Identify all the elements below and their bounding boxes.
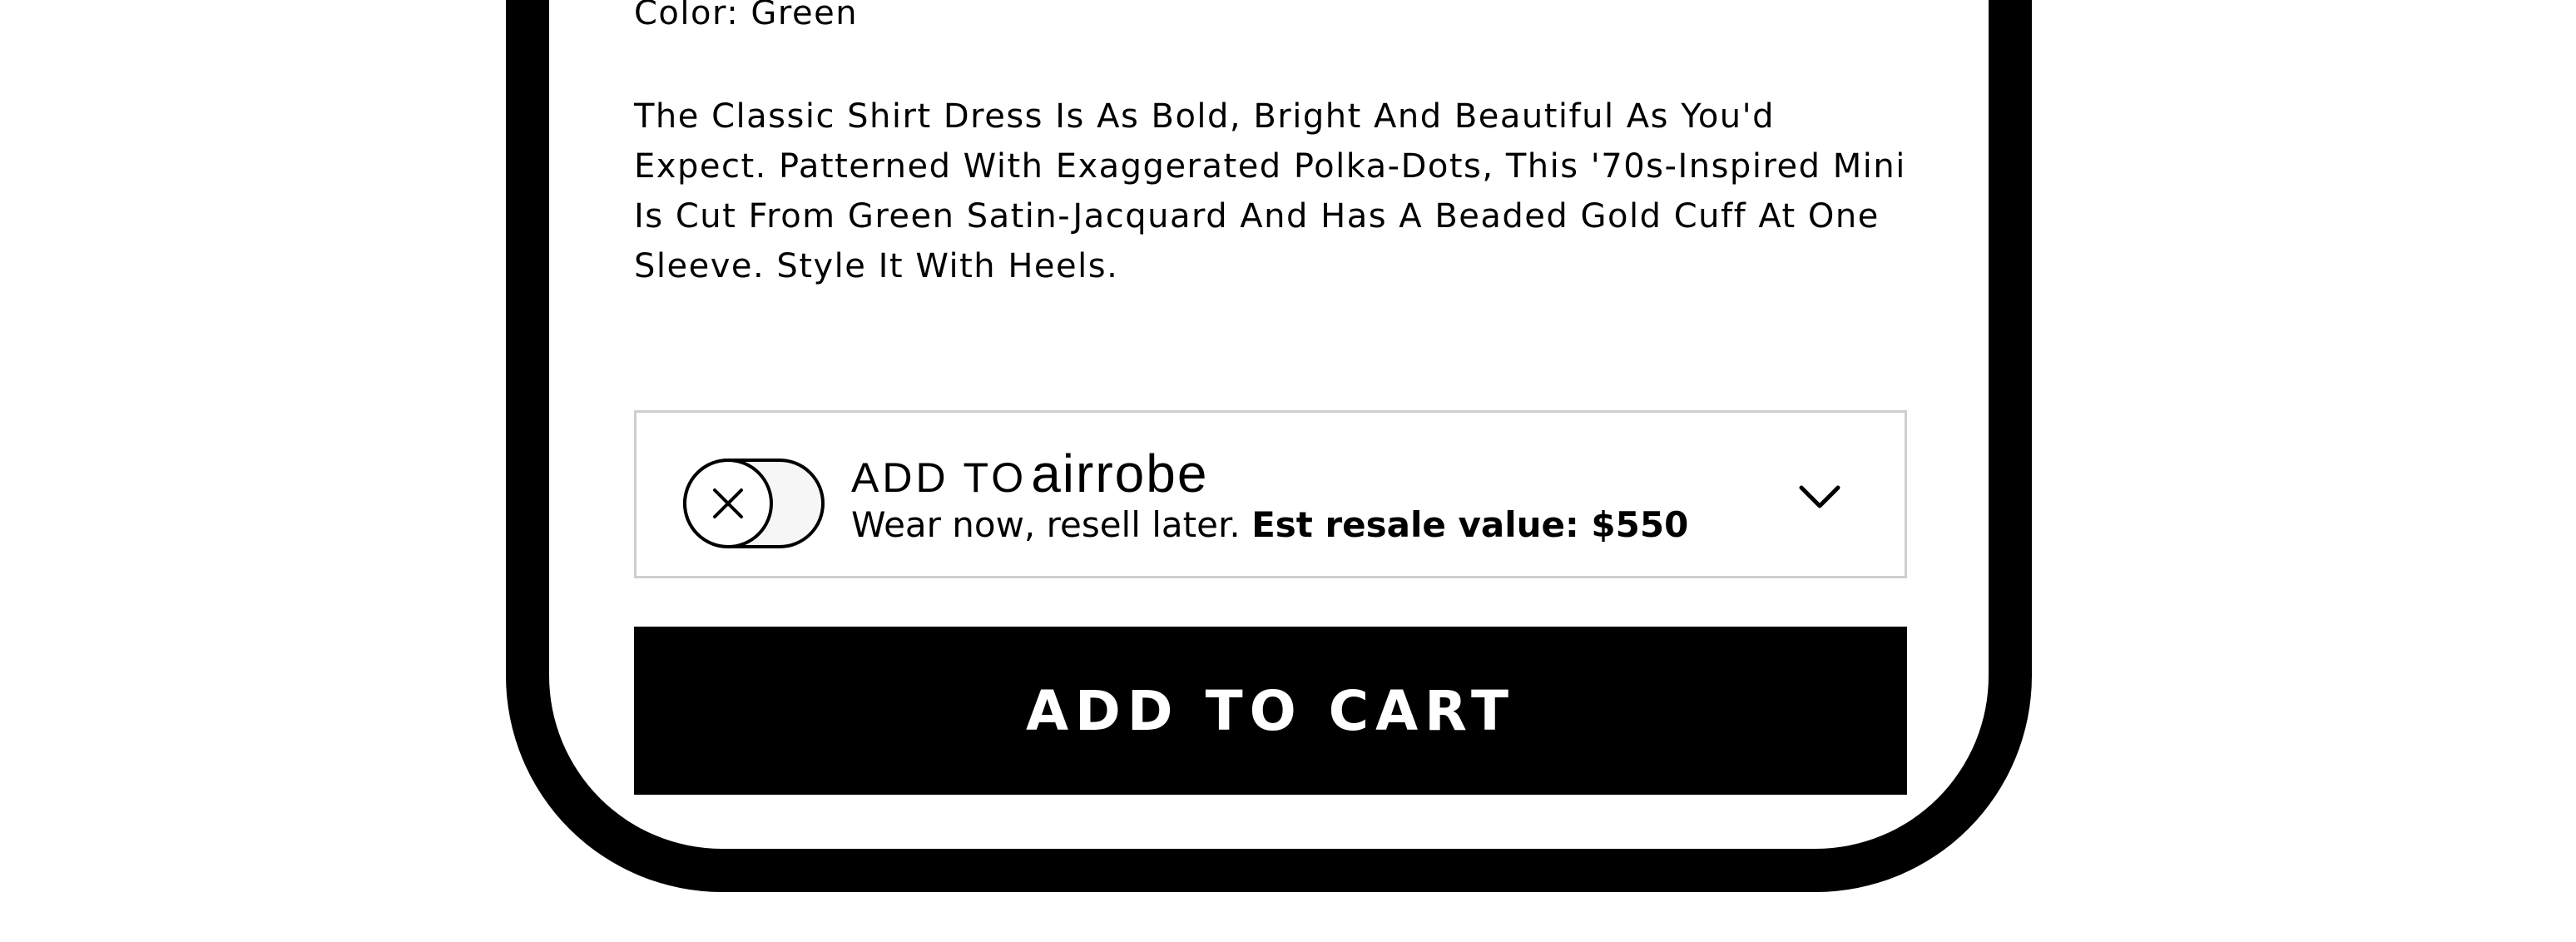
airrobe-headline-prefix: ADD TO <box>851 454 1028 501</box>
resale-value: Est resale value: $550 <box>1251 504 1689 545</box>
airrobe-tagline: Wear now, resell later. <box>851 504 1241 545</box>
airrobe-subtext: Wear now, resell later. Est resale value… <box>851 504 1688 546</box>
toggle-knob <box>683 459 773 548</box>
airrobe-toggle[interactable] <box>683 459 825 548</box>
airrobe-widget[interactable]: ADD TO airrobe Wear now, resell later. E… <box>634 410 1907 578</box>
add-to-cart-button[interactable]: ADD TO CART <box>634 627 1907 795</box>
airrobe-logo: airrobe <box>1031 444 1209 503</box>
product-description: The Classic Shirt Dress Is As Bold, Brig… <box>634 97 1906 285</box>
chevron-down-icon[interactable] <box>1798 484 1841 511</box>
product-color: Color: Green <box>634 0 859 32</box>
close-icon <box>713 488 743 518</box>
